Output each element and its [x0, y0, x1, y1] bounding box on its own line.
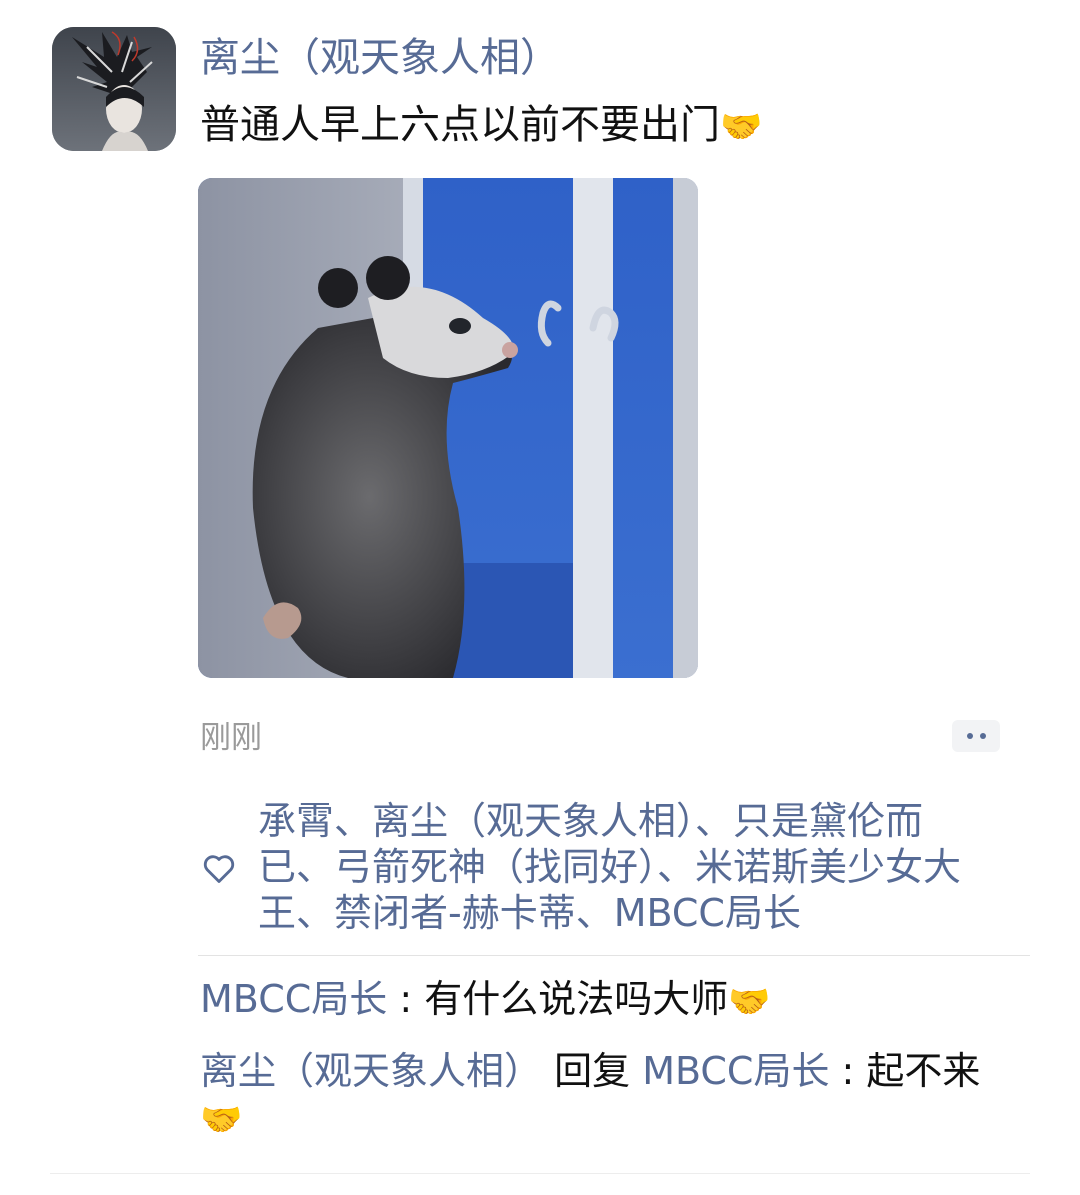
heart-icon: [203, 855, 235, 883]
comment-author[interactable]: 离尘（观天象人相）: [200, 1049, 542, 1093]
post-text-content: 普通人早上六点以前不要出门: [200, 102, 720, 148]
opossum-at-window-photo: [198, 178, 698, 678]
comment[interactable]: 离尘（观天象人相） 回复 MBCC局长 : 起不来 🤝: [200, 1048, 1010, 1140]
comment-separator: :: [829, 1049, 867, 1093]
comment-separator: :: [387, 977, 425, 1021]
author-name[interactable]: 离尘（观天象人相）: [200, 30, 560, 86]
avatar-image: [52, 27, 176, 151]
likes-line: 已、弓箭死神（找同好）、米诺斯美少女大: [258, 845, 962, 889]
post-timestamp: 刚刚: [200, 720, 262, 756]
likes-line: 王、禁闭者-赫卡蒂、MBCC局长: [258, 891, 801, 935]
reply-to-user[interactable]: MBCC局长: [642, 1049, 829, 1093]
comment-author[interactable]: MBCC局长: [200, 977, 387, 1021]
post-bottom-divider: [50, 1173, 1030, 1174]
more-actions-button[interactable]: [952, 720, 1000, 752]
dot-icon: [979, 733, 986, 739]
likes-section: 承霄、离尘（观天象人相）、只是黛伦而 已、弓箭死神（找同好）、米诺斯美少女大 王…: [198, 785, 1030, 955]
handshake-icon: 🤝: [200, 1099, 243, 1140]
moments-post: 离尘（观天象人相） 普通人早上六点以前不要出门🤝 刚刚 承霄、离尘（观天象人相）…: [0, 0, 1080, 1195]
handshake-icon: 🤝: [728, 981, 771, 1022]
likes-list[interactable]: 承霄、离尘（观天象人相）、只是黛伦而 已、弓箭死神（找同好）、米诺斯美少女大 王…: [258, 798, 998, 936]
post-text: 普通人早上六点以前不要出门🤝: [200, 97, 762, 153]
avatar[interactable]: [52, 27, 176, 151]
comment-text: 有什么说法吗大师: [424, 977, 729, 1021]
likes-comments-panel: 承霄、离尘（观天象人相）、只是黛伦而 已、弓箭死神（找同好）、米诺斯美少女大 王…: [198, 785, 1030, 1175]
handshake-icon: 🤝: [720, 107, 763, 147]
reply-word: 回复: [542, 1049, 643, 1093]
likes-line: 承霄、离尘（观天象人相）、只是黛伦而: [258, 799, 924, 843]
post-image[interactable]: [198, 178, 698, 678]
divider: [198, 955, 1030, 956]
comment[interactable]: MBCC局长 : 有什么说法吗大师🤝: [200, 976, 771, 1022]
dot-icon: [966, 733, 973, 739]
comment-text: 起不来: [866, 1049, 981, 1093]
